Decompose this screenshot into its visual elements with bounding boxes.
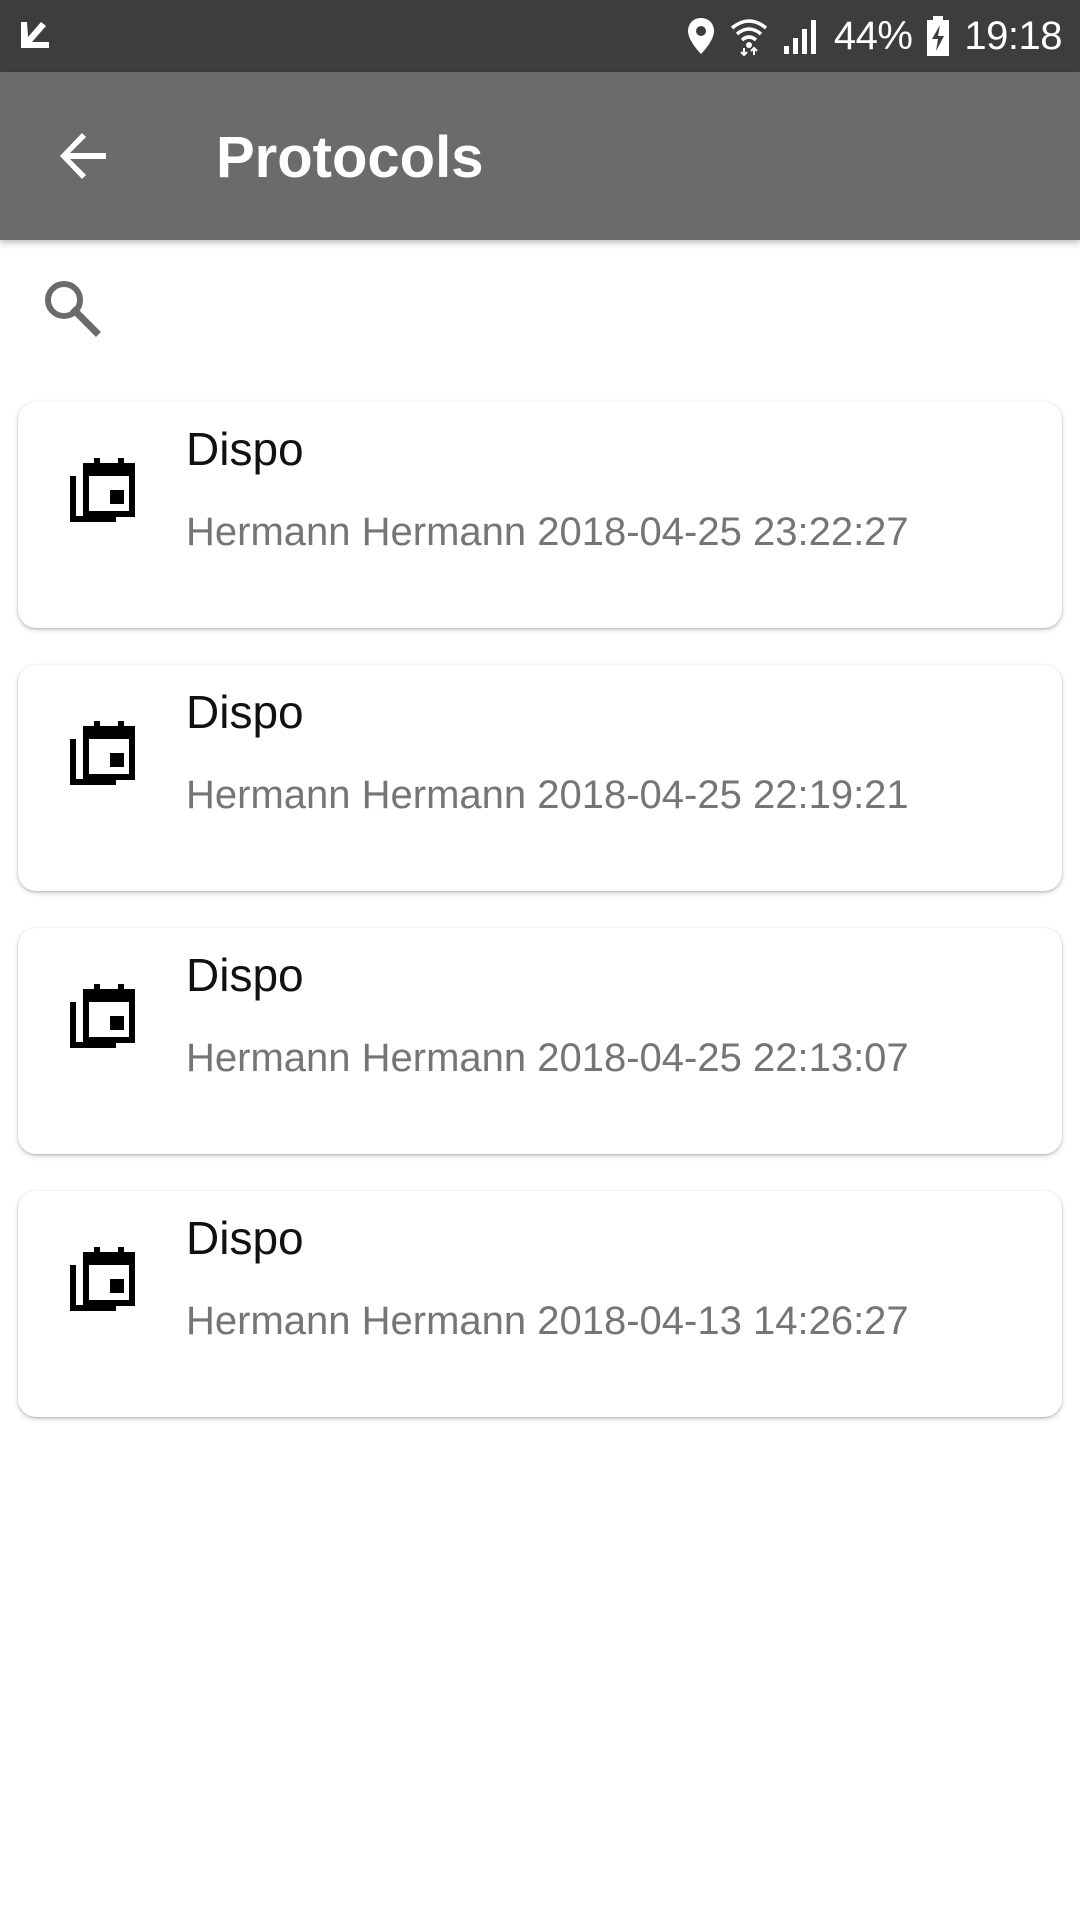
search-bar (40, 276, 1040, 346)
signal-icon (782, 18, 820, 54)
back-button[interactable] (44, 116, 124, 196)
battery-percent: 44% (833, 13, 913, 58)
protocol-subtitle: Hermann Hermann 2018-04-25 22:13:07 (186, 1036, 909, 1080)
protocol-title: Dispo (186, 423, 304, 475)
protocol-card[interactable]: Dispo Hermann Hermann 2018-04-25 22:19:2… (18, 665, 1062, 891)
check-notification-icon (18, 18, 52, 52)
status-bar: 44% 19:18 (0, 0, 1080, 72)
protocol-card[interactable]: Dispo Hermann Hermann 2018-04-25 22:13:0… (18, 928, 1062, 1154)
wifi-icon (730, 16, 768, 56)
search-icon[interactable] (40, 276, 104, 340)
app-bar: Protocols (0, 72, 1080, 240)
protocol-subtitle: Hermann Hermann 2018-04-13 14:26:27 (186, 1299, 909, 1343)
page-title: Protocols (216, 125, 484, 190)
protocol-title: Dispo (186, 686, 304, 738)
protocol-subtitle: Hermann Hermann 2018-04-25 22:19:21 (186, 773, 909, 817)
calendar-stack-icon (66, 1243, 138, 1315)
calendar-stack-icon (66, 980, 138, 1052)
calendar-stack-icon (66, 454, 138, 526)
arrow-back-icon (60, 133, 106, 179)
protocol-list: Dispo Hermann Hermann 2018-04-25 23:22:2… (18, 402, 1062, 1454)
protocol-subtitle: Hermann Hermann 2018-04-25 23:22:27 (186, 510, 909, 554)
protocol-title: Dispo (186, 1212, 304, 1264)
protocol-card[interactable]: Dispo Hermann Hermann 2018-04-13 14:26:2… (18, 1191, 1062, 1417)
location-icon (686, 16, 716, 56)
protocol-card[interactable]: Dispo Hermann Hermann 2018-04-25 23:22:2… (18, 402, 1062, 628)
calendar-stack-icon (66, 717, 138, 789)
search-input[interactable] (130, 282, 1034, 340)
clock: 19:18 (964, 13, 1062, 58)
protocol-title: Dispo (186, 949, 304, 1001)
battery-charging-icon (926, 16, 950, 56)
